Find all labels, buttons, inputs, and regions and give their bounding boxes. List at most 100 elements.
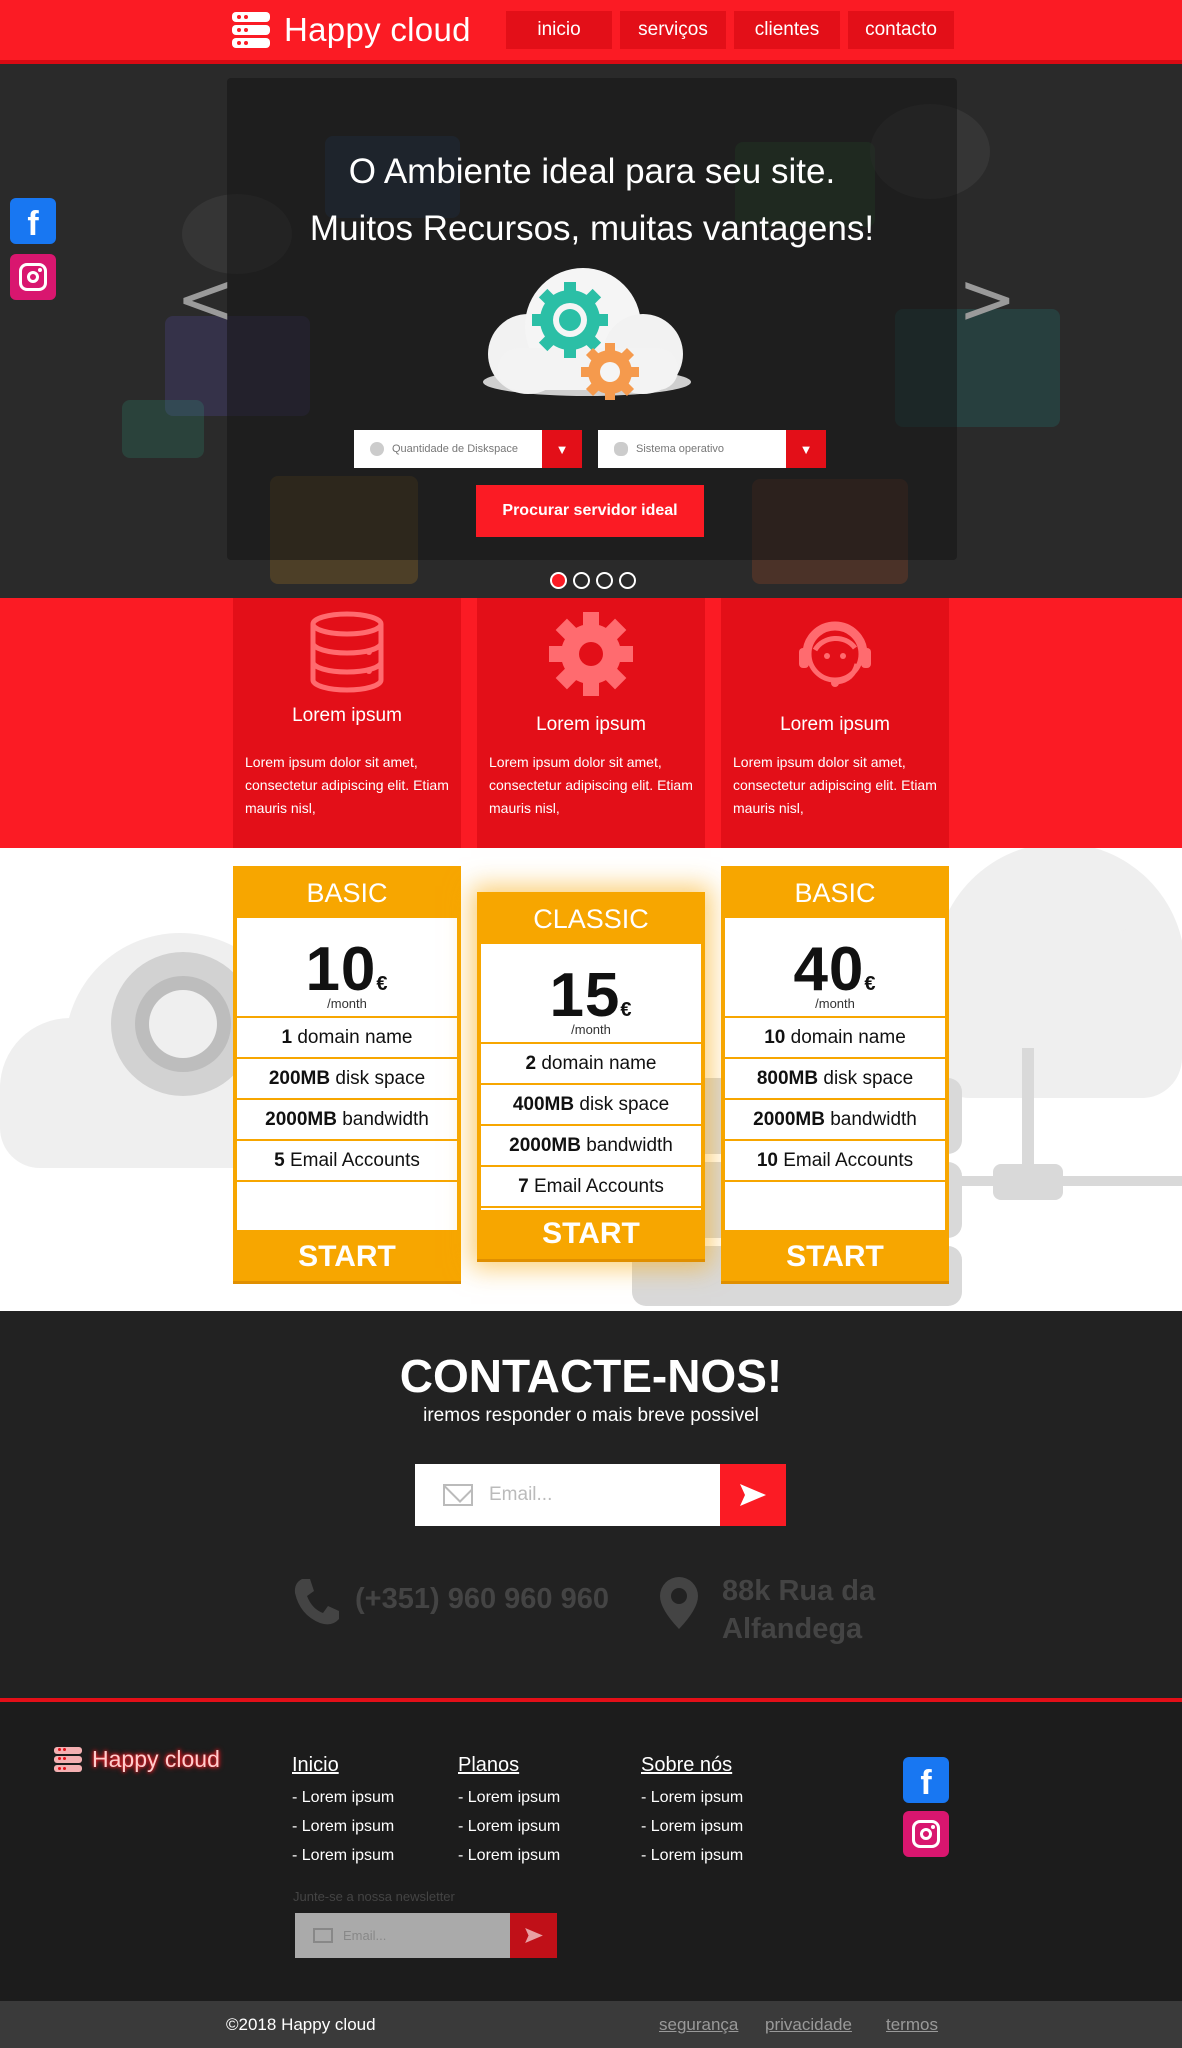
logo-text: Happy cloud bbox=[284, 11, 471, 48]
feature-title: Lorem ipsum bbox=[292, 705, 402, 726]
chevron-down-icon[interactable]: ▼ bbox=[786, 430, 826, 468]
newsletter-send-button[interactable] bbox=[510, 1913, 557, 1958]
facebook-icon[interactable]: f bbox=[10, 198, 56, 244]
feature-label: disk space bbox=[818, 1068, 914, 1089]
header-logo[interactable]: Happy cloud bbox=[232, 10, 471, 50]
slider-dot-2[interactable] bbox=[573, 572, 590, 589]
copyright: ©2018 Happy cloud bbox=[226, 2015, 376, 2034]
nav-servicos[interactable]: serviços bbox=[620, 11, 726, 49]
feature-amount: 5 bbox=[274, 1150, 285, 1171]
feature-card-1: Lorem ipsum Lorem ipsum dolor sit amet, … bbox=[233, 598, 461, 848]
price-value: 40 bbox=[793, 935, 865, 1004]
feature-title: Lorem ipsum bbox=[780, 714, 890, 735]
nav-clientes[interactable]: clientes bbox=[734, 11, 840, 49]
slider-dot-1[interactable] bbox=[550, 572, 567, 589]
footer-link[interactable]: - Lorem ipsum bbox=[292, 1812, 394, 1841]
instagram-icon[interactable] bbox=[10, 254, 56, 300]
plan-name: BASIC bbox=[721, 866, 949, 918]
feature-label: domain name bbox=[536, 1053, 657, 1074]
feature-amount: 400MB bbox=[512, 1094, 575, 1115]
newsletter-label: Junte-se a nossa newsletter bbox=[293, 1889, 455, 1904]
top-header: Happy cloud inicio serviços clientes con… bbox=[0, 0, 1182, 64]
legal-link-privacidade[interactable]: privacidade bbox=[765, 2015, 852, 2035]
contact-email-input[interactable]: Email... bbox=[415, 1464, 720, 1526]
facebook-icon[interactable]: f bbox=[903, 1757, 949, 1803]
slider-dot-4[interactable] bbox=[619, 572, 636, 589]
feature-label: Email Accounts bbox=[284, 1150, 420, 1171]
cloud-gears-icon bbox=[483, 268, 691, 400]
footer-link[interactable]: - Lorem ipsum bbox=[458, 1812, 560, 1841]
footer-link[interactable]: - Lorem ipsum bbox=[458, 1783, 560, 1812]
price-period: /month bbox=[327, 996, 367, 1011]
contact-phone: (+351) 960 960 960 bbox=[355, 1583, 609, 1615]
plan-feature-row: 2000MB bandwidth bbox=[237, 1100, 457, 1141]
footer-col-inicio: Inicio - Lorem ipsum - Lorem ipsum - Lor… bbox=[292, 1754, 394, 1870]
feature-amount: 200MB bbox=[268, 1068, 331, 1089]
footer-link[interactable]: - Lorem ipsum bbox=[458, 1841, 560, 1870]
footer-col-heading[interactable]: Sobre nós bbox=[641, 1754, 743, 1777]
footer-logo[interactable]: Happy cloud bbox=[54, 1746, 220, 1773]
server-stack-icon bbox=[54, 1746, 82, 1773]
feature-amount: 2000MB bbox=[753, 1109, 825, 1130]
footer-col-heading[interactable]: Planos bbox=[458, 1754, 560, 1777]
price-value: 15 bbox=[549, 961, 621, 1030]
legal-link-termos[interactable]: termos bbox=[886, 2015, 938, 2035]
contact-title: CONTACTE-NOS! bbox=[399, 1350, 783, 1402]
slider-dots bbox=[550, 572, 636, 589]
feature-label: Email Accounts bbox=[528, 1176, 664, 1197]
gear-icon bbox=[549, 612, 633, 696]
slider-prev-arrow[interactable]: < bbox=[176, 264, 235, 334]
feature-amount: 2000MB bbox=[509, 1135, 581, 1156]
footer-link[interactable]: - Lorem ipsum bbox=[641, 1841, 743, 1870]
plan-feature-row: 10 Email Accounts bbox=[725, 1141, 945, 1182]
envelope-icon bbox=[313, 1928, 333, 1943]
footer-col-sobre-nos: Sobre nós - Lorem ipsum - Lorem ipsum - … bbox=[641, 1754, 743, 1870]
feature-amount: 2000MB bbox=[265, 1109, 337, 1130]
footer-link[interactable]: - Lorem ipsum bbox=[641, 1783, 743, 1812]
send-arrow-icon bbox=[524, 1928, 543, 1943]
plan-feature-row: 5 Email Accounts bbox=[237, 1141, 457, 1182]
chevron-down-icon[interactable]: ▼ bbox=[542, 430, 582, 468]
search-server-button[interactable]: Procurar servidor ideal bbox=[476, 485, 704, 537]
footer-social-links: f bbox=[903, 1757, 949, 1857]
slider-next-arrow[interactable]: > bbox=[958, 264, 1017, 334]
send-button[interactable] bbox=[720, 1464, 786, 1526]
nav-inicio[interactable]: inicio bbox=[506, 11, 612, 49]
os-select[interactable]: Sistema operativo ▼ bbox=[598, 430, 826, 468]
feature-text: Lorem ipsum dolor sit amet, consectetur … bbox=[489, 754, 693, 816]
footer-link[interactable]: - Lorem ipsum bbox=[292, 1841, 394, 1870]
start-button[interactable]: START bbox=[233, 1230, 461, 1284]
legal-link-seguranca[interactable]: segurança bbox=[659, 2015, 738, 2035]
diskspace-select[interactable]: Quantidade de Diskspace ▼ bbox=[354, 430, 582, 468]
plan-card-basic-1: BASIC 10€ /month 1 domain name 200MB dis… bbox=[233, 866, 461, 1284]
plan-feature-row: 2 domain name bbox=[481, 1044, 701, 1085]
email-placeholder: Email... bbox=[489, 1484, 553, 1505]
slider-dot-3[interactable] bbox=[596, 572, 613, 589]
price-currency: € bbox=[620, 999, 633, 1021]
plan-feature-row: 2000MB bandwidth bbox=[481, 1126, 701, 1167]
price-currency: € bbox=[864, 973, 877, 995]
cloud-icon bbox=[614, 442, 628, 456]
map-pin-icon bbox=[660, 1577, 698, 1629]
diskspace-select-label: Quantidade de Diskspace bbox=[392, 443, 518, 455]
feature-label: domain name bbox=[292, 1027, 413, 1048]
newsletter-email-input[interactable]: Email... bbox=[295, 1913, 510, 1958]
plan-name: CLASSIC bbox=[477, 892, 705, 944]
hero-title-line1: O Ambiente ideal para seu site. bbox=[348, 152, 836, 191]
plan-name: BASIC bbox=[233, 866, 461, 918]
footer-link[interactable]: - Lorem ipsum bbox=[292, 1783, 394, 1812]
instagram-icon[interactable] bbox=[903, 1811, 949, 1857]
plan-card-classic: CLASSIC 15€ /month 2 domain name 400MB d… bbox=[477, 892, 705, 1262]
main-nav: inicio serviços clientes contacto bbox=[506, 11, 954, 49]
feature-label: Email Accounts bbox=[777, 1150, 914, 1171]
nav-contacto[interactable]: contacto bbox=[848, 11, 954, 49]
footer-link[interactable]: - Lorem ipsum bbox=[641, 1812, 743, 1841]
start-button[interactable]: START bbox=[477, 1210, 705, 1262]
plan-feature-row: 7 Email Accounts bbox=[481, 1167, 701, 1208]
feature-label: bandwidth bbox=[336, 1109, 429, 1130]
pricing-section: BASIC 10€ /month 1 domain name 200MB dis… bbox=[0, 848, 1182, 1311]
start-button[interactable]: START bbox=[721, 1230, 949, 1284]
feature-amount: 1 bbox=[281, 1027, 293, 1048]
price-currency: € bbox=[376, 973, 389, 995]
footer-col-heading[interactable]: Inicio bbox=[292, 1754, 394, 1777]
